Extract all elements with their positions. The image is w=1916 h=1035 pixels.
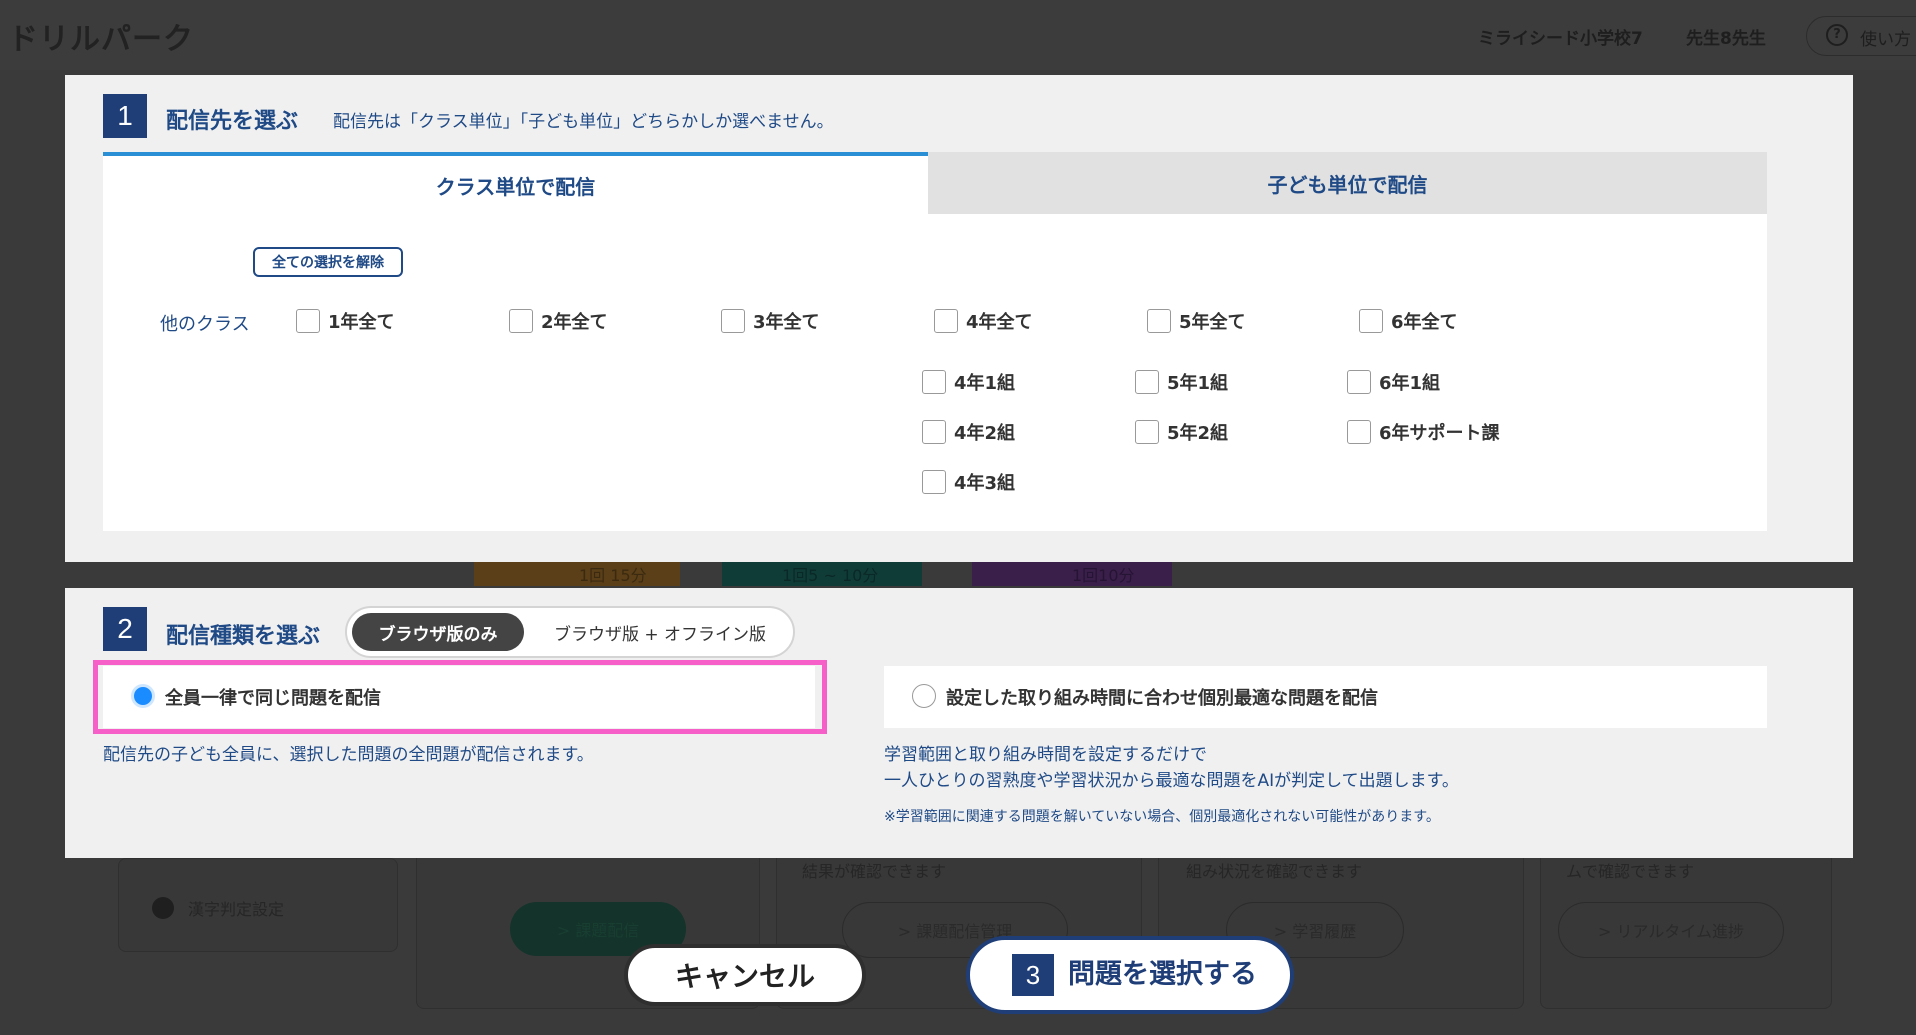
checkbox-grade5-all[interactable]: 5年全て: [1147, 308, 1246, 334]
step1-title: 配信先を選ぶ: [166, 109, 299, 134]
checkbox-5-1[interactable]: 5年1組: [1135, 369, 1228, 395]
realtime-progress-button: > リアルタイム進捗: [1558, 902, 1784, 958]
other-classes-label: 他のクラス: [160, 314, 250, 335]
thumbnail-text: 1回10分: [1072, 566, 1135, 585]
step2-number: 2: [103, 607, 147, 651]
checkbox-box[interactable]: [296, 309, 320, 333]
checkbox-6-support[interactable]: 6年サポート課: [1347, 419, 1500, 445]
teacher-name: 先生8先生: [1686, 29, 1766, 49]
segment-browser-offline[interactable]: ブラウザ版 + オフライン版: [531, 613, 789, 651]
kanji-setting-text: 漢字判定設定: [188, 900, 285, 919]
clear-all-button[interactable]: 全ての選択を解除: [253, 247, 403, 277]
destination-tabs: クラス単位で配信 子ども単位で配信: [103, 152, 1767, 214]
checkbox-box[interactable]: [1347, 420, 1371, 444]
checkbox-box[interactable]: [922, 370, 946, 394]
step2-title: 配信種類を選ぶ: [166, 624, 321, 649]
step1-note: 配信先は「クラス単位」「子ども単位」どちらかしか選べません。: [333, 112, 834, 132]
checkbox-6-1[interactable]: 6年1組: [1347, 369, 1440, 395]
segment-browser-only[interactable]: ブラウザ版のみ: [352, 613, 524, 651]
checkbox-box[interactable]: [1347, 370, 1371, 394]
checkbox-box[interactable]: [509, 309, 533, 333]
checkbox-grade2-all[interactable]: 2年全て: [509, 308, 608, 334]
option-individual-label: 設定した取り組み時間に合わせ個別最適な問題を配信: [946, 688, 1378, 709]
card-text: 結果が確認できます: [802, 862, 947, 881]
checkbox-4-1[interactable]: 4年1組: [922, 369, 1015, 395]
card-text: ムで確認できます: [1566, 862, 1695, 881]
top-bar: ドリルパーク ミライシード小学校7 先生8先生 ? 使い方: [0, 0, 1916, 70]
app-logo: ドリルパーク: [8, 22, 194, 57]
checkbox-box[interactable]: [721, 309, 745, 333]
checkbox-box[interactable]: [922, 470, 946, 494]
option-individual-note: ※学習範囲に関連する問題を解いていない場合、個別最適化されない可能性があります。: [884, 809, 1440, 825]
tab-child-unit[interactable]: 子ども単位で配信: [928, 152, 1767, 214]
checkbox-4-2[interactable]: 4年2組: [922, 419, 1015, 445]
checkbox-box[interactable]: [1147, 309, 1171, 333]
option-uniform-label: 全員一律で同じ問題を配信: [165, 688, 381, 709]
checkbox-5-2[interactable]: 5年2組: [1135, 419, 1228, 445]
help-label: 使い方: [1860, 30, 1911, 50]
card-text: 組み状況を確認できます: [1186, 862, 1363, 881]
checkbox-grade6-all[interactable]: 6年全て: [1359, 308, 1458, 334]
thumbnail-text: 1回 15分: [579, 566, 647, 585]
option-individual-desc-1: 学習範囲と取り組み時間を設定するだけで: [884, 745, 1207, 765]
select-problems-button[interactable]: 3 問題を選択する: [966, 936, 1294, 1014]
cancel-button[interactable]: キャンセル: [624, 944, 866, 1006]
thumbnail-orange: 1回 15分: [474, 560, 680, 586]
checkbox-box[interactable]: [1135, 420, 1159, 444]
option-uniform-desc: 配信先の子ども全員に、選択した問題の全問題が配信されます。: [103, 745, 594, 765]
version-segment: ブラウザ版のみ ブラウザ版 + オフライン版: [345, 606, 795, 658]
select-problems-label: 問題を選択する: [1068, 959, 1257, 990]
thumbnail-text: 1回5 ~ 10分: [782, 566, 879, 585]
radio-uniform[interactable]: [131, 684, 155, 708]
tab-class-unit[interactable]: クラス単位で配信: [103, 152, 928, 214]
checkbox-4-3[interactable]: 4年3組: [922, 469, 1015, 495]
step1-number: 1: [103, 94, 147, 138]
thumbnail-purple: 1回10分: [972, 560, 1172, 586]
checkbox-box[interactable]: [1135, 370, 1159, 394]
check-circle-icon: [152, 897, 174, 919]
checkbox-grade4-all[interactable]: 4年全て: [934, 308, 1033, 334]
question-icon: ?: [1826, 24, 1848, 46]
school-name: ミライシード小学校7: [1478, 29, 1643, 49]
thumbnail-teal: 1回5 ~ 10分: [722, 560, 922, 586]
checkbox-box[interactable]: [922, 420, 946, 444]
checkbox-grade1-all[interactable]: 1年全て: [296, 308, 395, 334]
checkbox-box[interactable]: [1359, 309, 1383, 333]
checkbox-box[interactable]: [934, 309, 958, 333]
radio-individual[interactable]: [912, 684, 936, 708]
checkbox-grade3-all[interactable]: 3年全て: [721, 308, 820, 334]
step3-number: 3: [1012, 954, 1054, 996]
option-individual-desc-2: 一人ひとりの習熟度や学習状況から最適な問題をAIが判定して出題します。: [884, 771, 1459, 791]
